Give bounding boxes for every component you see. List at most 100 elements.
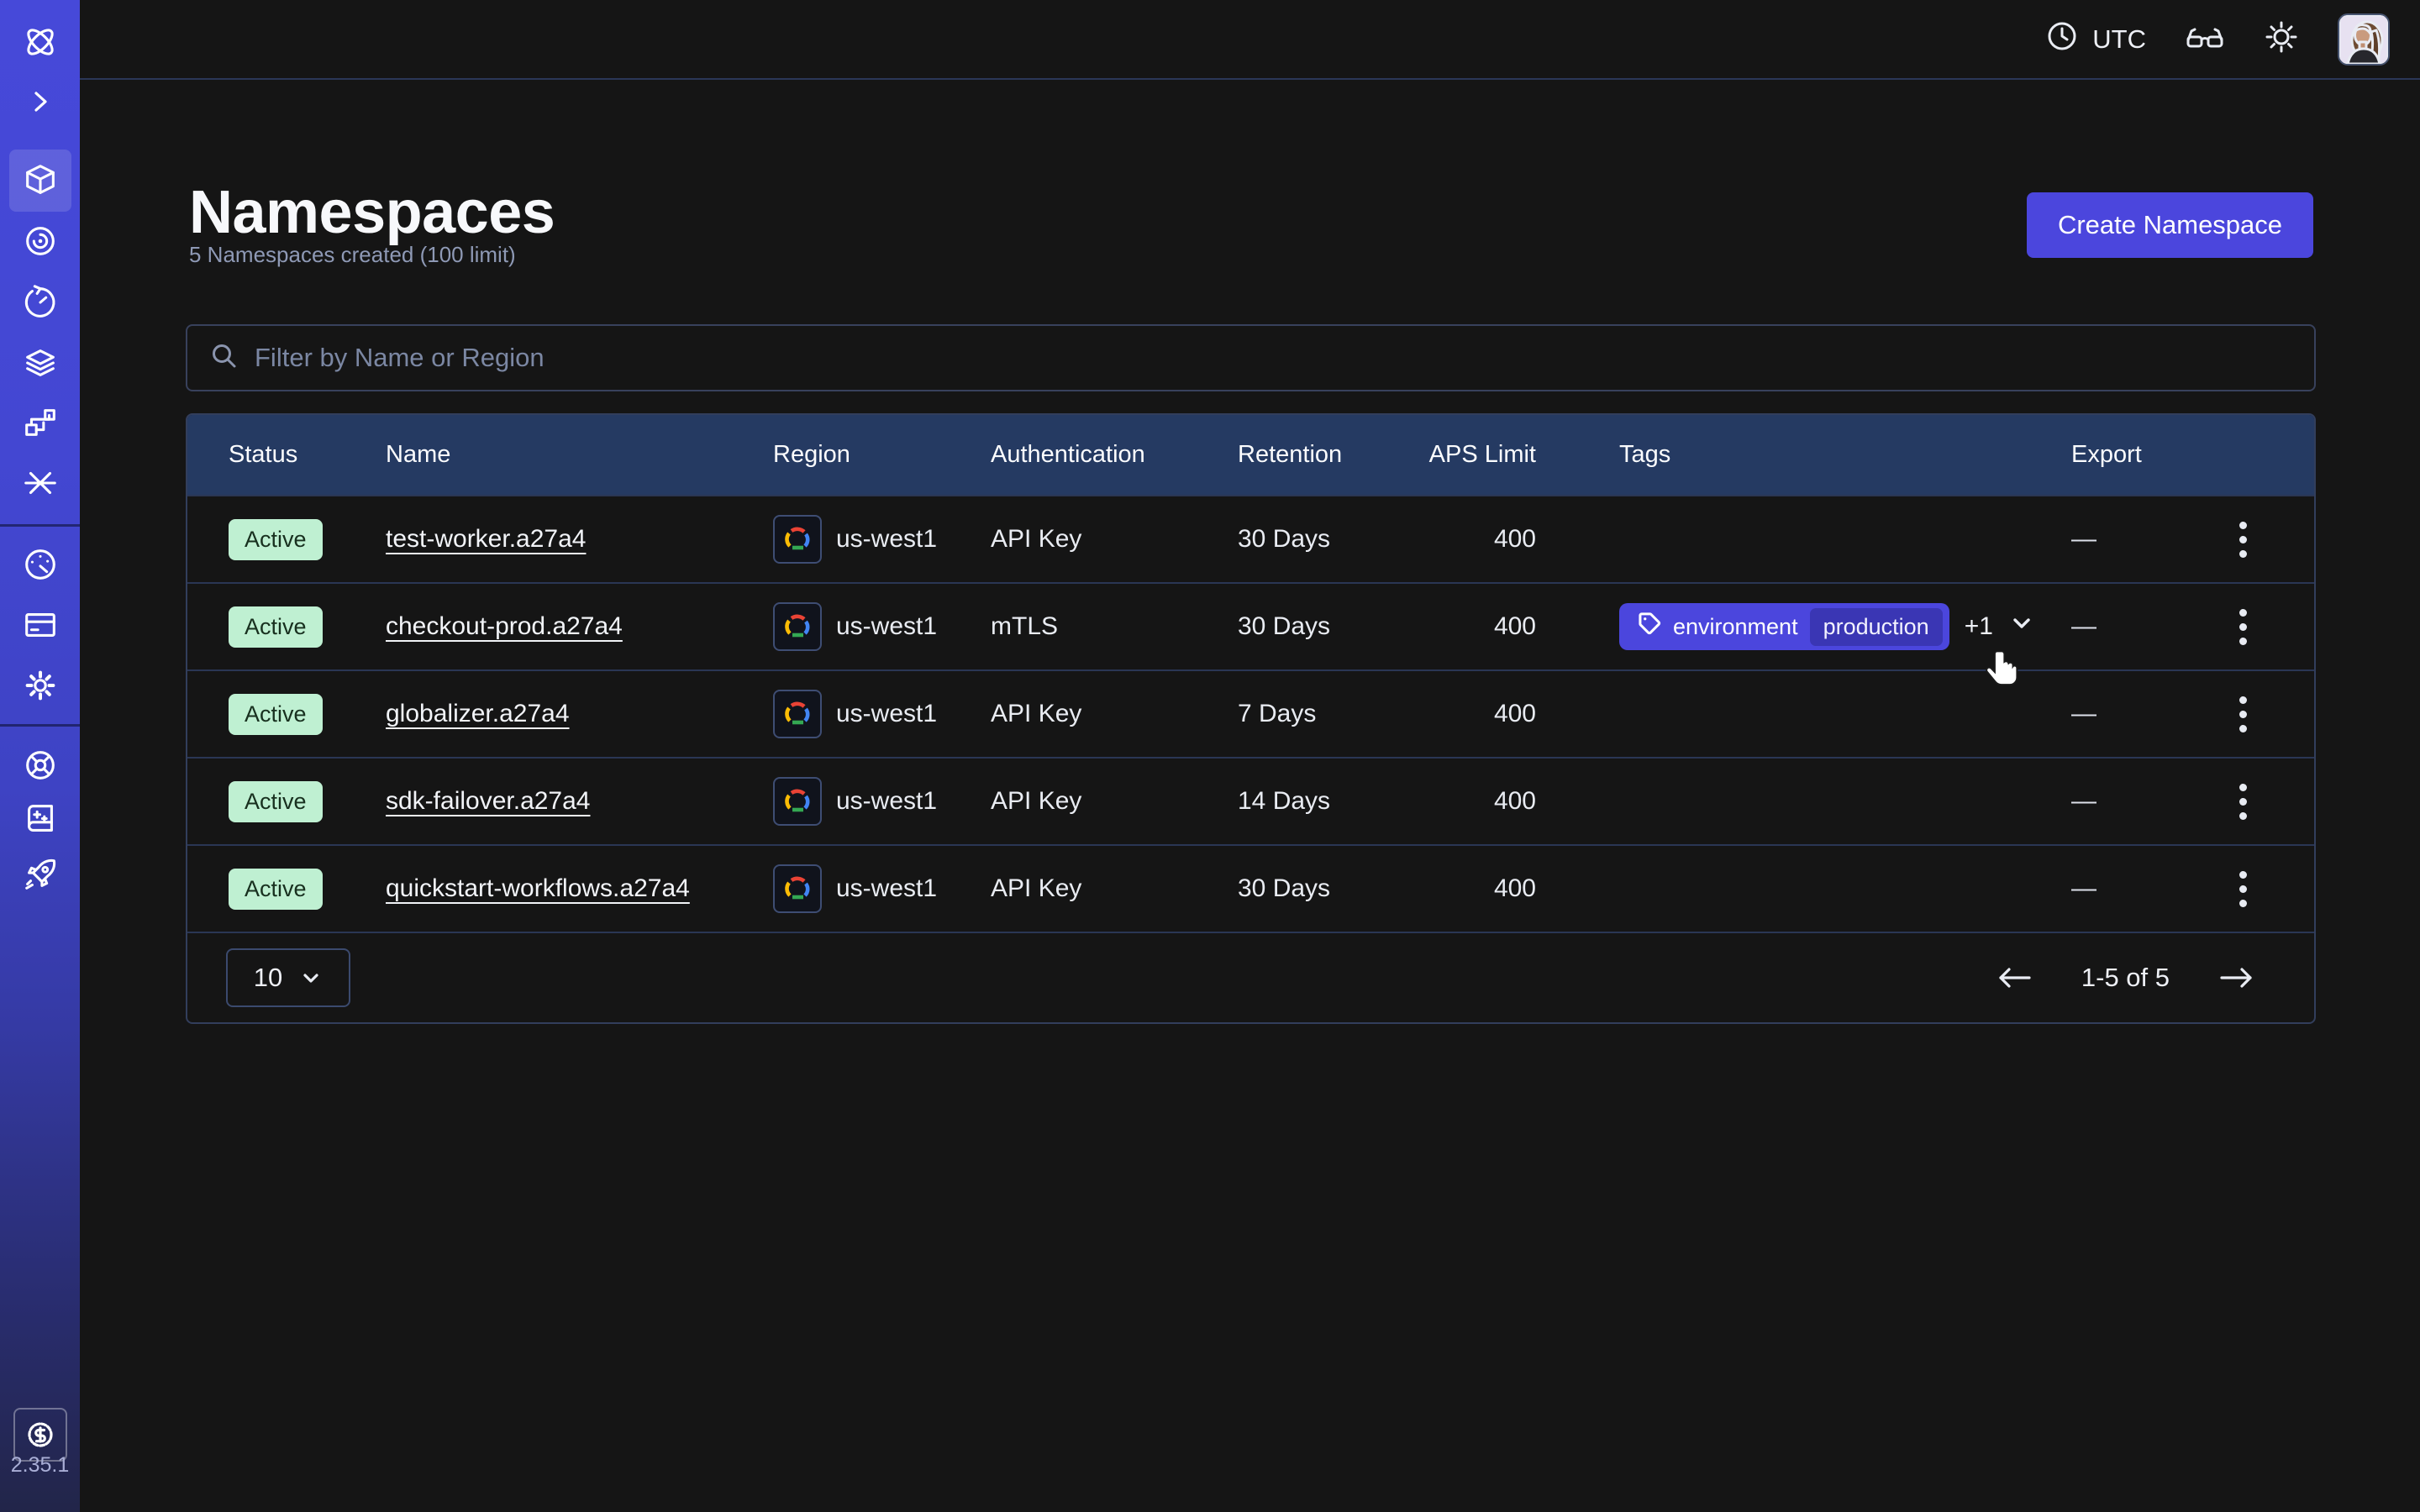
next-page-button[interactable] <box>2218 964 2255 991</box>
column-header-retention: Retention <box>1238 441 1381 469</box>
sidebar-divider <box>0 724 80 727</box>
aps-limit-cell: 400 <box>1381 612 1536 641</box>
status-badge: Active <box>229 781 323 822</box>
sidebar-divider <box>0 524 80 527</box>
aps-limit-cell: 400 <box>1381 874 1536 903</box>
namespace-link[interactable]: globalizer.a27a4 <box>386 700 570 727</box>
auth-cell: API Key <box>991 700 1238 728</box>
auth-cell: API Key <box>991 874 1238 903</box>
user-avatar[interactable] <box>2338 13 2390 66</box>
clock-icon <box>2045 19 2079 60</box>
row-actions-menu-button[interactable] <box>2209 859 2276 918</box>
column-header-export: Export <box>2071 441 2209 469</box>
row-actions-menu-button[interactable] <box>2209 685 2276 743</box>
gcp-region-icon <box>773 777 822 826</box>
column-header-status: Status <box>229 441 386 469</box>
region-label: us-west1 <box>836 874 937 903</box>
tags-expand-chevron-icon[interactable] <box>2008 610 2035 643</box>
export-cell: — <box>2071 525 2209 554</box>
page-size-value: 10 <box>254 963 282 993</box>
previous-page-button[interactable] <box>1996 964 2033 991</box>
table-row: Active test-worker.a27a4 us-west1 API Ke… <box>187 495 2314 582</box>
sidebar-item-workflows[interactable] <box>9 210 71 272</box>
export-cell: — <box>2071 787 2209 816</box>
status-badge: Active <box>229 694 323 735</box>
glasses-icon <box>2185 20 2225 58</box>
sidebar-item-support[interactable] <box>9 734 71 796</box>
labs-glasses-button[interactable] <box>2185 20 2225 58</box>
namespace-link[interactable]: quickstart-workflows.a27a4 <box>386 874 690 902</box>
auth-cell: API Key <box>991 787 1238 816</box>
table-row: Active checkout-prod.a27a4 us-west1 mTLS… <box>187 582 2314 669</box>
retention-cell: 30 Days <box>1238 525 1381 554</box>
aps-limit-cell: 400 <box>1381 787 1536 816</box>
sidebar-item-getting-started[interactable] <box>9 843 71 906</box>
gcp-region-icon <box>773 690 822 738</box>
status-badge: Active <box>229 519 323 560</box>
retention-cell: 30 Days <box>1238 874 1381 903</box>
pagination-range: 1-5 of 5 <box>2081 963 2170 993</box>
sidebar-item-settings[interactable] <box>9 654 71 717</box>
row-actions-menu-button[interactable] <box>2209 597 2276 656</box>
column-header-authentication: Authentication <box>991 441 1238 469</box>
region-label: us-west1 <box>836 612 937 641</box>
tag-key: environment <box>1673 614 1798 640</box>
sidebar-expand-button[interactable] <box>9 71 71 133</box>
gcp-region-icon <box>773 864 822 913</box>
sidebar-item-docs[interactable] <box>9 788 71 850</box>
status-badge: Active <box>229 606 323 648</box>
temporal-logo-icon[interactable] <box>9 11 71 73</box>
table-row: Active sdk-failover.a27a4 us-west1 API K… <box>187 757 2314 844</box>
theme-toggle-button[interactable] <box>2264 19 2299 59</box>
tags-more-count[interactable]: +1 <box>1965 612 1993 641</box>
region-label: us-west1 <box>836 787 937 816</box>
auth-cell: API Key <box>991 525 1238 554</box>
namespaces-table: Status Name Region Authentication Retent… <box>186 413 2316 1024</box>
filter-bar <box>186 324 2316 391</box>
sun-icon <box>2264 19 2299 59</box>
sidebar-item-namespaces[interactable] <box>9 150 71 212</box>
auth-cell: mTLS <box>991 612 1238 641</box>
gcp-region-icon <box>773 515 822 564</box>
timezone-selector[interactable]: UTC <box>2045 19 2146 60</box>
table-footer: 10 1-5 of 5 <box>187 932 2314 1022</box>
app-version: 2.35.1 <box>0 1453 80 1478</box>
column-header-region: Region <box>773 441 991 469</box>
timezone-label: UTC <box>2092 24 2146 55</box>
aps-limit-cell: 400 <box>1381 525 1536 554</box>
sidebar-item-billing[interactable] <box>9 594 71 656</box>
namespace-link[interactable]: sdk-failover.a27a4 <box>386 787 591 815</box>
filter-input[interactable] <box>255 343 2292 373</box>
page-size-select[interactable]: 10 <box>226 948 350 1007</box>
aps-limit-cell: 400 <box>1381 700 1536 728</box>
export-cell: — <box>2071 874 2209 903</box>
row-actions-menu-button[interactable] <box>2209 772 2276 831</box>
retention-cell: 7 Days <box>1238 700 1381 728</box>
region-label: us-west1 <box>836 525 937 554</box>
column-header-aps-limit: APS Limit <box>1381 441 1536 469</box>
tag-icon <box>1638 612 1661 642</box>
sidebar-item-deployments[interactable] <box>9 332 71 394</box>
create-namespace-button[interactable]: Create Namespace <box>2027 192 2313 258</box>
column-header-name: Name <box>386 441 773 469</box>
column-header-tags: Tags <box>1536 441 2071 469</box>
namespace-link[interactable]: checkout-prod.a27a4 <box>386 612 623 640</box>
row-actions-menu-button[interactable] <box>2209 510 2276 569</box>
table-header-row: Status Name Region Authentication Retent… <box>187 415 2314 495</box>
topbar: UTC <box>80 0 2420 80</box>
search-icon <box>209 341 239 375</box>
table-row: Active quickstart-workflows.a27a4 us-wes… <box>187 844 2314 932</box>
gcp-region-icon <box>773 602 822 651</box>
page-title: Namespaces <box>189 178 555 247</box>
status-badge: Active <box>229 869 323 910</box>
sidebar-item-usage[interactable] <box>9 533 71 596</box>
sidebar-item-schedules[interactable] <box>9 271 71 333</box>
page-subtitle: 5 Namespaces created (100 limit) <box>189 242 516 268</box>
region-label: us-west1 <box>836 700 937 728</box>
tag-value: production <box>1810 608 1943 646</box>
export-cell: — <box>2071 700 2209 728</box>
sidebar-item-batch-operations[interactable] <box>9 452 71 514</box>
namespace-link[interactable]: test-worker.a27a4 <box>386 525 586 553</box>
sidebar-item-nexus[interactable] <box>9 391 71 454</box>
tag-chip[interactable]: environment production <box>1619 603 1949 650</box>
